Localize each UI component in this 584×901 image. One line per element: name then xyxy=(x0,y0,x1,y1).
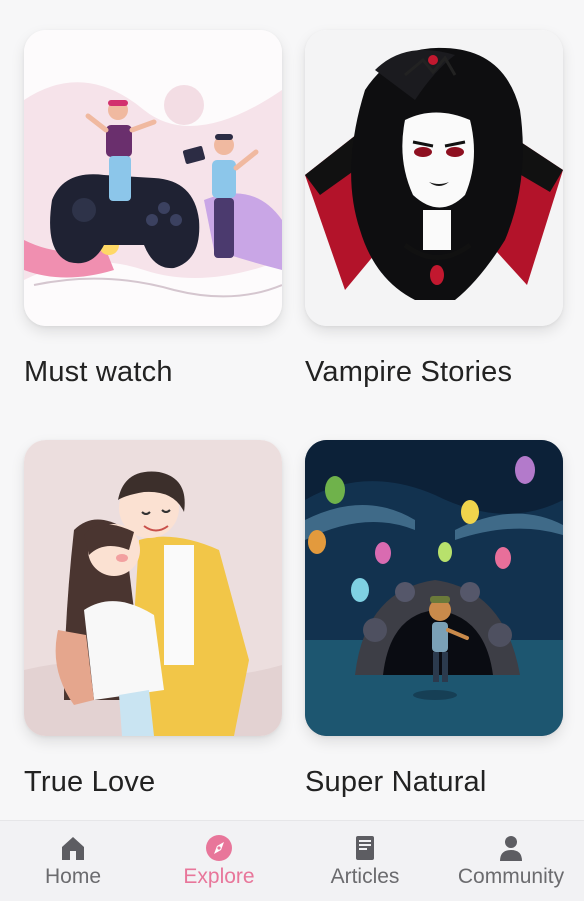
story-card-true-love[interactable]: True Love xyxy=(24,440,282,799)
story-card-must-watch[interactable]: Must watch xyxy=(24,30,282,389)
story-grid: Must watch Vampire Stories True Love Sup… xyxy=(0,0,584,820)
story-card-vampire-stories[interactable]: Vampire Stories xyxy=(305,30,563,389)
story-title: Vampire Stories xyxy=(305,356,513,388)
nav-item-home[interactable]: Home xyxy=(0,821,146,901)
story-thumbnail[interactable] xyxy=(24,30,282,326)
gamers-illustration xyxy=(24,30,282,326)
couple-illustration xyxy=(24,440,282,736)
person-icon xyxy=(500,836,522,861)
story-title: Super Natural xyxy=(305,766,487,798)
book-icon xyxy=(356,836,374,860)
story-thumbnail[interactable] xyxy=(305,30,563,326)
nav-label: Community xyxy=(457,865,565,888)
nav-label: Home xyxy=(44,865,102,888)
bottom-nav: Home Explore Articles Community xyxy=(0,820,584,901)
home-icon xyxy=(62,837,84,860)
vampire-woman-illustration xyxy=(305,30,563,326)
nav-item-explore[interactable]: Explore xyxy=(146,821,292,901)
compass-icon xyxy=(206,835,232,861)
story-card-super-natural[interactable]: Super Natural xyxy=(305,440,563,799)
story-thumbnail[interactable] xyxy=(305,440,563,736)
story-title: Must watch xyxy=(24,356,173,388)
story-title: True Love xyxy=(24,766,156,798)
story-thumbnail[interactable] xyxy=(24,440,282,736)
nav-item-community[interactable]: Community xyxy=(438,821,584,901)
owls-cave-illustration xyxy=(305,440,563,736)
nav-label: Explore xyxy=(183,865,255,888)
nav-label: Articles xyxy=(330,865,400,888)
nav-item-articles[interactable]: Articles xyxy=(292,821,438,901)
